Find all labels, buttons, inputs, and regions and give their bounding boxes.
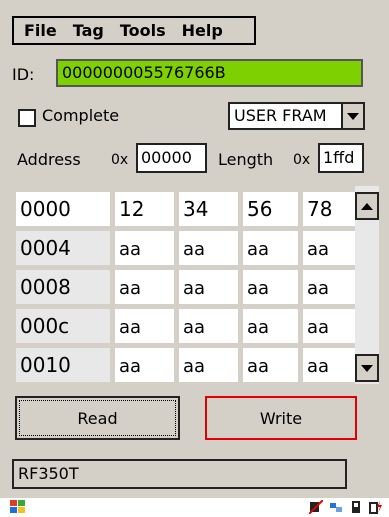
grid-byte-cell[interactable]: aa <box>243 270 298 304</box>
grid-byte-cell[interactable]: aa <box>115 270 174 304</box>
grid-row-address[interactable]: 0004 <box>16 231 110 265</box>
status-bar: RF350T <box>12 459 347 489</box>
grid-byte-cell[interactable]: aa <box>243 348 298 382</box>
grid-byte-cell[interactable]: 56 <box>243 192 298 226</box>
grid-byte-cell[interactable]: 12 <box>115 192 174 226</box>
grid-byte-cell[interactable]: aa <box>303 309 358 343</box>
menu-tag[interactable]: Tag <box>67 21 110 40</box>
grid-row-address[interactable]: 000c <box>16 309 110 343</box>
grid-byte-cell[interactable]: aa <box>115 348 174 382</box>
menu-file[interactable]: File <box>18 21 63 40</box>
memory-grid: 0000 12 34 56 78 0004 aa aa aa aa 0008 a… <box>12 186 387 384</box>
grid-byte-cell[interactable]: aa <box>303 231 358 265</box>
grid-row-address[interactable]: 0008 <box>16 270 110 304</box>
write-button[interactable]: Write <box>205 396 357 440</box>
menu-bar: File Tag Tools Help <box>12 16 256 45</box>
scroll-down-icon[interactable] <box>355 354 379 382</box>
grid-row-address[interactable]: 0000 <box>16 192 110 226</box>
system-tray <box>309 500 383 514</box>
device-icon[interactable] <box>349 500 363 514</box>
scroll-up-icon[interactable] <box>355 192 379 220</box>
memory-bank-select[interactable]: USER FRAM <box>228 102 365 130</box>
id-row: ID: <box>12 59 34 89</box>
menu-help[interactable]: Help <box>176 21 229 40</box>
length-label: Length <box>218 150 274 169</box>
address-input[interactable]: 00000 <box>136 143 207 173</box>
windows-start-icon[interactable] <box>10 500 26 514</box>
id-label: ID: <box>12 64 35 84</box>
grid-byte-cell[interactable]: aa <box>303 348 358 382</box>
complete-label: Complete <box>42 106 120 125</box>
grid-byte-cell[interactable]: aa <box>303 270 358 304</box>
no-signal-icon[interactable] <box>309 500 323 514</box>
grid-byte-cell[interactable]: aa <box>179 348 238 382</box>
grid-byte-cell[interactable]: aa <box>243 231 298 265</box>
grid-byte-cell[interactable]: aa <box>115 309 174 343</box>
dropdown-arrow-icon[interactable] <box>341 104 363 128</box>
grid-byte-cell[interactable]: 34 <box>179 192 238 226</box>
network-icon[interactable] <box>329 500 343 514</box>
complete-checkbox[interactable] <box>18 109 36 127</box>
read-button[interactable]: Read <box>15 396 180 440</box>
grid-byte-cell[interactable]: aa <box>179 309 238 343</box>
grid-byte-cell[interactable]: aa <box>179 231 238 265</box>
length-input[interactable]: 1ffd <box>318 143 364 173</box>
id-value-field[interactable]: 000000005576766B <box>56 59 363 87</box>
length-prefix: 0x <box>293 152 311 168</box>
address-prefix: 0x <box>111 152 129 168</box>
menu-tools[interactable]: Tools <box>114 21 172 40</box>
grid-scrollbar[interactable] <box>355 186 379 384</box>
grid-byte-cell[interactable]: 78 <box>303 192 358 226</box>
grid-byte-cell[interactable]: aa <box>179 270 238 304</box>
address-label: Address <box>17 150 81 169</box>
battery-charging-icon[interactable] <box>369 500 383 514</box>
grid-byte-cell[interactable]: aa <box>115 231 174 265</box>
memory-bank-value: USER FRAM <box>234 106 327 125</box>
grid-row-address[interactable]: 0010 <box>16 348 110 382</box>
grid-byte-cell[interactable]: aa <box>243 309 298 343</box>
taskbar <box>0 498 389 517</box>
